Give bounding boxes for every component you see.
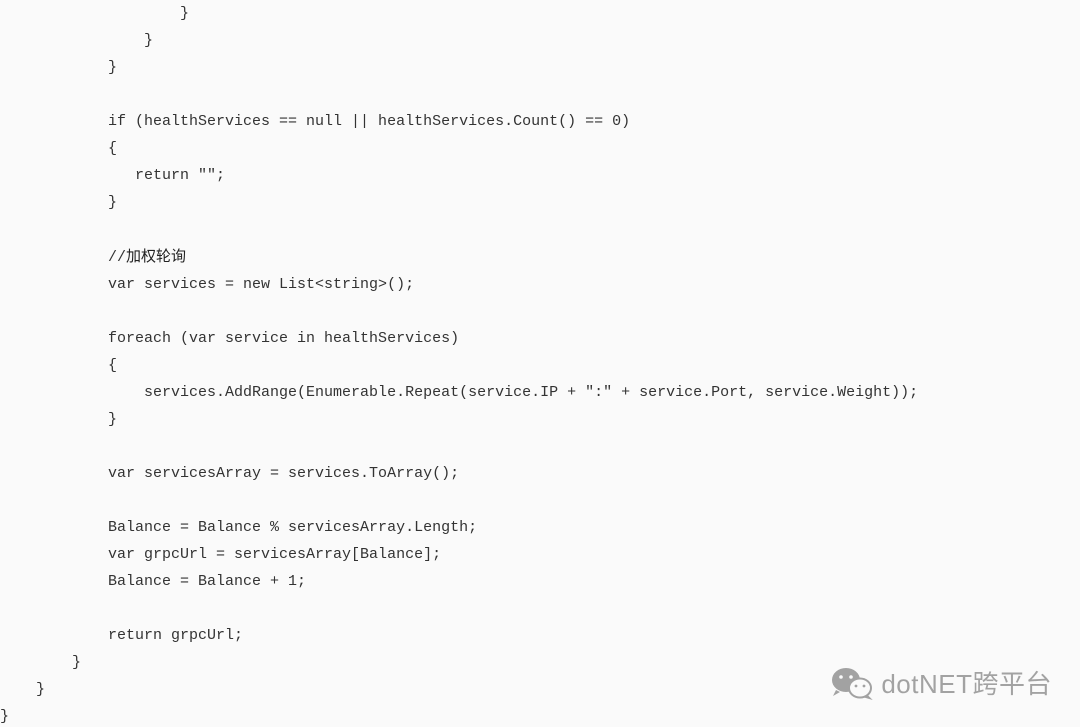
code-line: } — [0, 708, 9, 725]
code-block: } } } if (healthServices == null || heal… — [0, 0, 1080, 727]
code-line: } — [0, 411, 117, 428]
code-line: { — [0, 357, 117, 374]
code-line: var services = new List<string>(); — [0, 276, 414, 293]
code-line: } — [0, 59, 117, 76]
code-comment: 加权轮询 — [126, 248, 186, 265]
code-line: services.AddRange(Enumerable.Repeat(serv… — [0, 384, 918, 401]
code-line: return ""; — [0, 167, 225, 184]
code-line: var grpcUrl = servicesArray[Balance]; — [0, 546, 441, 563]
code-line: } — [0, 5, 189, 22]
code-line: } — [0, 654, 81, 671]
code-line: Balance = Balance + 1; — [0, 573, 306, 590]
code-line: } — [0, 681, 45, 698]
code-line: var servicesArray = services.ToArray(); — [0, 465, 459, 482]
code-line: Balance = Balance % servicesArray.Length… — [0, 519, 477, 536]
code-line: } — [0, 194, 117, 211]
code-line: } — [0, 32, 153, 49]
code-line: if (healthServices == null || healthServ… — [0, 113, 630, 130]
code-line: foreach (var service in healthServices) — [0, 330, 459, 347]
code-line: // — [0, 249, 126, 266]
code-line: { — [0, 140, 117, 157]
code-line: return grpcUrl; — [0, 627, 243, 644]
